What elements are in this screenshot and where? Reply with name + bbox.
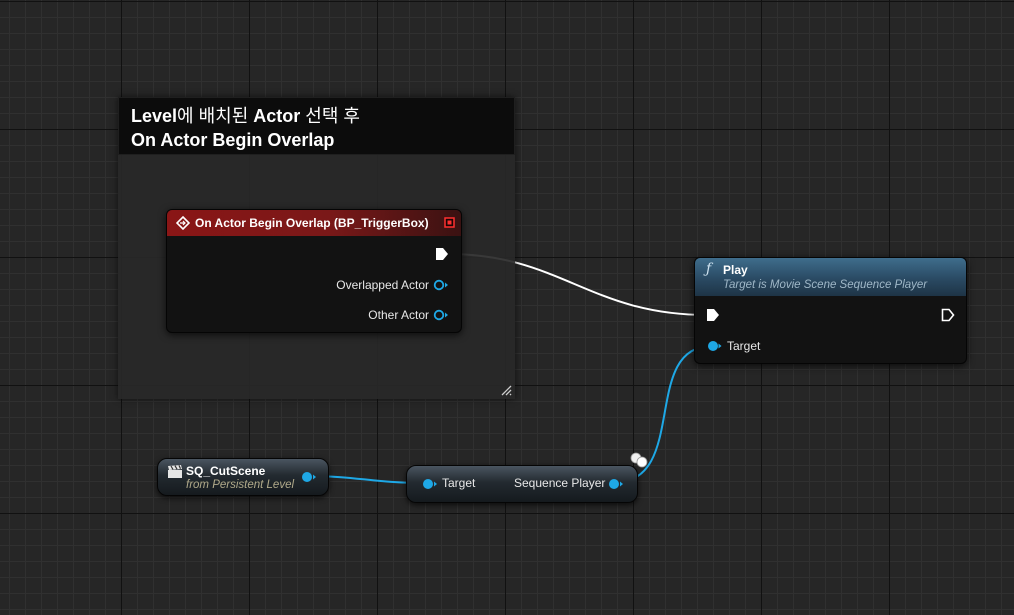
clapperboard-icon	[168, 465, 182, 478]
target-input-pin[interactable]	[706, 340, 722, 352]
comment-text-level: Level	[131, 106, 178, 126]
comment-text-placed: 에 배치된	[177, 106, 254, 126]
play-function-node[interactable]: ƒ Play Target is Movie Scene Sequence Pl…	[694, 257, 967, 364]
sq-cutscene-variable-node[interactable]: SQ_CutScene from Persistent Level	[157, 458, 329, 496]
exec-input-pin[interactable]	[706, 308, 720, 322]
cutscene-subtitle: from Persistent Level	[186, 479, 295, 491]
other-actor-pin[interactable]	[433, 309, 449, 321]
comment-text-actor: Actor	[253, 106, 301, 126]
function-icon: ƒ	[706, 261, 712, 277]
comment-line-1: Level에 배치된 Actor 선택 후	[131, 104, 502, 128]
event-node-header[interactable]: On Actor Begin Overlap (BP_TriggerBox)	[167, 210, 461, 236]
get-sequence-player-node[interactable]: Target Sequence Player	[406, 465, 638, 503]
resize-grip-icon[interactable]	[500, 384, 512, 396]
other-actor-label: Other Actor	[368, 308, 429, 322]
play-node-title: Play	[723, 263, 748, 277]
event-node-on-actor-begin-overlap[interactable]: On Actor Begin Overlap (BP_TriggerBox) O…	[166, 209, 462, 333]
exec-output-pin[interactable]	[435, 247, 449, 261]
event-icon	[176, 216, 190, 230]
sequence-player-output-pin[interactable]	[607, 478, 625, 490]
target-pin-label: Target	[727, 339, 761, 353]
event-node-title: On Actor Begin Overlap (BP_TriggerBox)	[195, 216, 429, 230]
comment-line-2: On Actor Begin Overlap	[131, 130, 335, 150]
sequence-player-pin-label: Sequence Player	[514, 476, 606, 490]
exec-output-pin[interactable]	[941, 308, 955, 322]
overlapped-actor-pin[interactable]	[433, 279, 449, 291]
overlapped-actor-label: Overlapped Actor	[336, 278, 429, 292]
target-input-pin[interactable]	[421, 478, 439, 490]
play-node-subtitle: Target is Movie Scene Sequence Player	[723, 279, 928, 291]
pure-node-indicator-icon	[630, 452, 648, 468]
cutscene-output-pin[interactable]	[300, 471, 318, 483]
comment-header[interactable]: Level에 배치된 Actor 선택 후 On Actor Begin Ove…	[118, 97, 515, 155]
target-pin-label: Target	[442, 476, 476, 490]
play-node-header[interactable]: ƒ Play Target is Movie Scene Sequence Pl…	[695, 258, 966, 296]
delegate-pin-icon[interactable]	[444, 217, 455, 228]
comment-text-after-select: 선택 후	[300, 106, 360, 126]
cutscene-name: SQ_CutScene	[186, 464, 266, 478]
